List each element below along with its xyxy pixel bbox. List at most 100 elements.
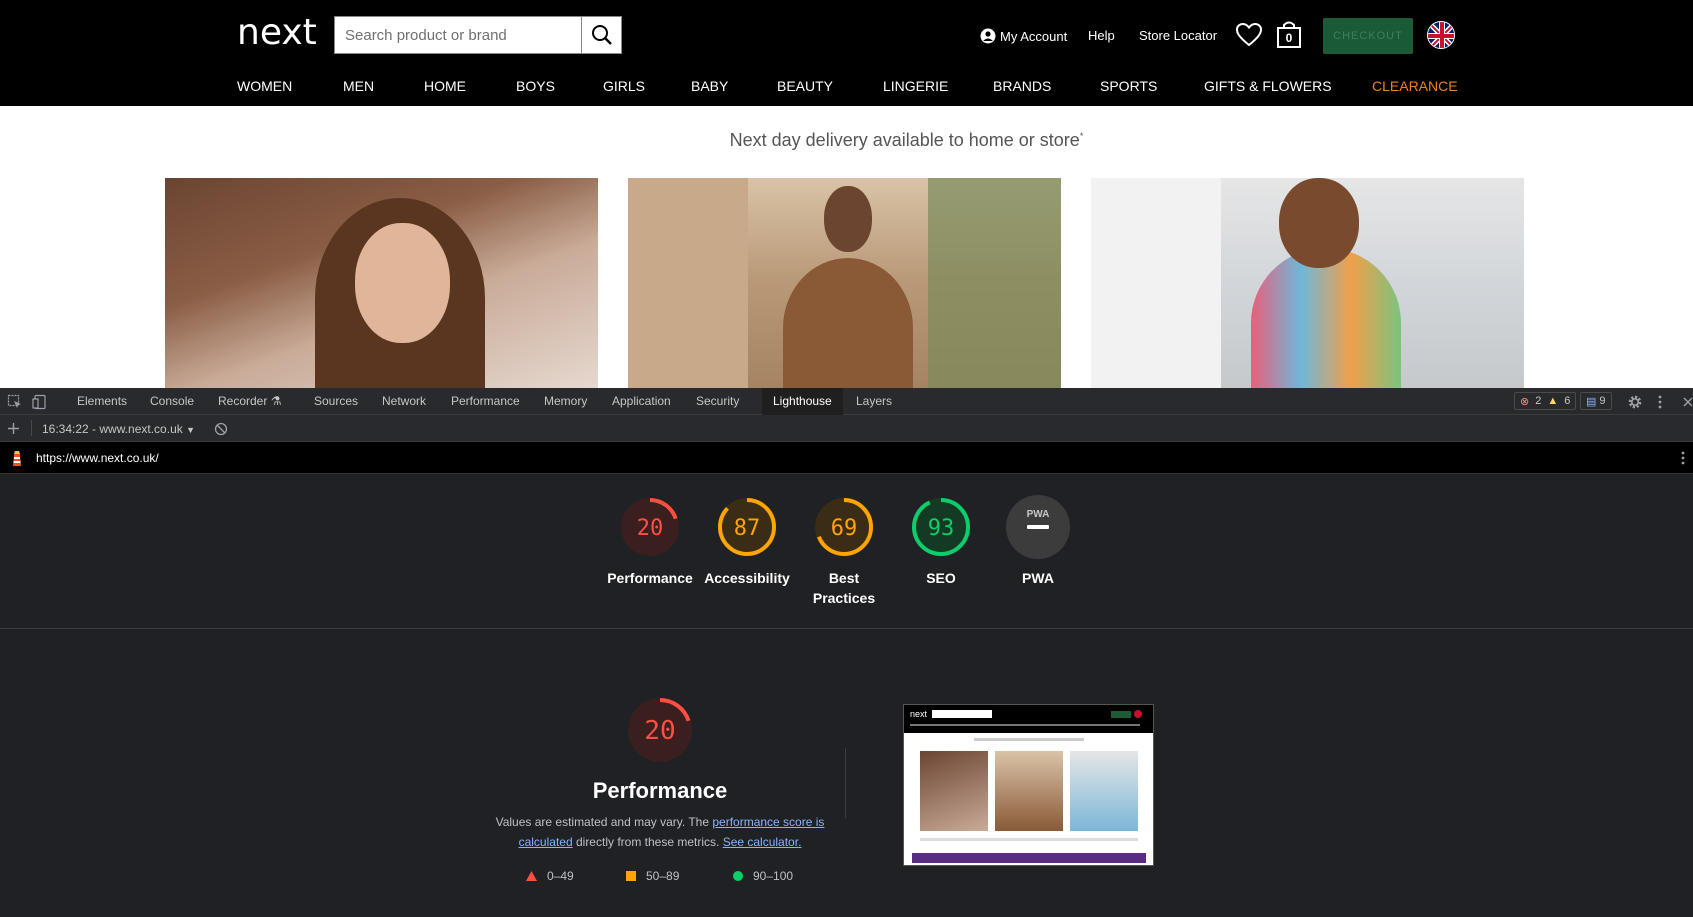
warning-count: 6: [1564, 395, 1571, 407]
report-selector-label: 16:34:22 - www.next.co.uk: [42, 422, 183, 436]
gauge-accessibility[interactable]: 87 Accessibility: [702, 494, 792, 588]
warning-icon: ▲: [1547, 395, 1559, 407]
toolbar-divider: [31, 420, 32, 436]
new-report-plus-icon[interactable]: [7, 422, 20, 435]
gauge-seo[interactable]: 93 SEO: [896, 494, 986, 588]
nav-women[interactable]: WOMEN: [237, 78, 292, 94]
performance-description: Values are estimated and may vary. The p…: [495, 812, 825, 852]
orange-square-icon: [626, 871, 636, 881]
nav-lingerie[interactable]: LINGERIE: [883, 78, 948, 94]
gauge-performance-ring: 20: [621, 498, 679, 556]
dropdown-arrow-icon: ▼: [186, 425, 196, 435]
issues-counter[interactable]: ⊗ 2 ▲ 6: [1514, 392, 1577, 410]
gauge-accessibility-ring: 87: [718, 498, 776, 556]
lighthouse-icon: [13, 451, 21, 466]
nav-girls[interactable]: GIRLS: [603, 78, 645, 94]
gauge-performance[interactable]: 20 Performance: [605, 494, 695, 588]
red-triangle-icon: [526, 871, 537, 881]
mens-promo-image[interactable]: [628, 178, 1061, 388]
legend-average: 50–89: [626, 869, 679, 883]
flask-icon: ⚗: [270, 394, 282, 408]
close-devtools-icon[interactable]: [1682, 394, 1692, 410]
uk-flag-icon[interactable]: [1427, 21, 1455, 49]
search-box: [334, 16, 622, 54]
favourites-heart-icon[interactable]: [1235, 22, 1263, 48]
devtools-tabbar: Elements Console Recorder ⚗ Sources Netw…: [0, 388, 1693, 415]
tab-layers[interactable]: Layers: [856, 394, 892, 408]
search-input[interactable]: [335, 17, 581, 53]
more-options-icon[interactable]: [1656, 394, 1664, 410]
legend-pass-range: 90–100: [753, 869, 794, 883]
nav-beauty[interactable]: BEAUTY: [777, 78, 833, 94]
gauge-accessibility-label: Accessibility: [704, 570, 790, 586]
tab-security[interactable]: Security: [696, 394, 739, 408]
kids-promo-image[interactable]: [1091, 178, 1524, 388]
tab-elements[interactable]: Elements: [77, 394, 127, 408]
tab-console[interactable]: Console: [150, 394, 194, 408]
site-header: next My Account Help Store Locator 0 CHE…: [0, 0, 1693, 106]
error-icon: ⊗: [1520, 395, 1530, 408]
message-icon: ▤: [1586, 395, 1597, 408]
my-account-link[interactable]: My Account: [980, 28, 1067, 44]
report-selector[interactable]: 16:34:22 - www.next.co.uk ▼: [42, 422, 195, 436]
next-logo[interactable]: next: [237, 12, 317, 53]
bag-count: 0: [1285, 31, 1293, 45]
help-link[interactable]: Help: [1088, 28, 1115, 43]
performance-big-gauge: 20: [628, 698, 692, 762]
tab-application[interactable]: Application: [612, 394, 671, 408]
gauge-score-value: 87: [734, 516, 761, 541]
legend-average-range: 50–89: [646, 869, 680, 883]
nav-brands[interactable]: BRANDS: [993, 78, 1051, 94]
nav-gifts-flowers[interactable]: GIFTS & FLOWERS: [1204, 78, 1332, 94]
search-button[interactable]: [581, 17, 621, 53]
gauge-pwa[interactable]: PWA PWA: [993, 494, 1083, 588]
gauge-performance-label: Performance: [607, 570, 693, 586]
gauge-score-value: 93: [928, 516, 955, 541]
delivery-banner-mark: *: [1079, 131, 1084, 141]
green-circle-icon: [733, 871, 743, 881]
gauge-score-value: 69: [831, 516, 858, 541]
shopping-bag[interactable]: 0: [1275, 20, 1303, 55]
messages-counter[interactable]: ▤ 9: [1580, 392, 1612, 410]
gauge-best-practices[interactable]: 69 Best Practices: [799, 494, 889, 608]
report-menu-icon[interactable]: [1680, 450, 1686, 466]
nav-baby[interactable]: BABY: [691, 78, 728, 94]
gauge-best-practices-ring: 69: [815, 498, 873, 556]
tab-performance[interactable]: Performance: [451, 394, 520, 408]
tab-network[interactable]: Network: [382, 394, 426, 408]
gauge-best-practices-label: Best Practices: [812, 570, 876, 606]
account-icon: [980, 28, 996, 44]
tab-lighthouse[interactable]: Lighthouse: [762, 388, 843, 415]
delivery-banner-text: Next day delivery available to home or s…: [729, 130, 1080, 150]
error-count: 2: [1535, 395, 1542, 407]
audited-url[interactable]: https://www.next.co.uk/: [36, 451, 159, 465]
delivery-banner[interactable]: Next day delivery available to home or s…: [0, 130, 1693, 151]
tab-sources[interactable]: Sources: [314, 394, 358, 408]
final-screenshot-thumbnail[interactable]: next: [903, 704, 1154, 866]
legend-fail: 0–49: [526, 869, 574, 883]
my-account-label: My Account: [1000, 28, 1068, 44]
device-toolbar-icon[interactable]: [32, 394, 48, 410]
nav-boys[interactable]: BOYS: [516, 78, 555, 94]
lighthouse-toolbar: 16:34:22 - www.next.co.uk ▼: [0, 415, 1693, 442]
nav-home[interactable]: HOME: [424, 78, 466, 94]
womens-promo-image[interactable]: [165, 178, 598, 388]
store-locator-link[interactable]: Store Locator: [1139, 28, 1217, 43]
search-icon: [591, 25, 612, 45]
thumb-logo: next: [910, 709, 928, 719]
gauge-score-value: 20: [637, 516, 664, 541]
checkout-button[interactable]: CHECKOUT: [1323, 18, 1413, 54]
message-count: 9: [1599, 395, 1606, 407]
nav-clearance[interactable]: CLEARANCE: [1372, 78, 1458, 94]
tab-recorder-label: Recorder: [218, 394, 268, 408]
tab-recorder[interactable]: Recorder ⚗: [218, 394, 281, 408]
clear-reports-icon[interactable]: [214, 422, 228, 436]
settings-gear-icon[interactable]: [1627, 394, 1643, 410]
see-calculator-link[interactable]: See calculator.: [723, 835, 802, 849]
legend-pass: 90–100: [733, 869, 793, 883]
vertical-divider: [845, 748, 846, 818]
tab-memory[interactable]: Memory: [544, 394, 587, 408]
nav-men[interactable]: MEN: [343, 78, 374, 94]
inspect-element-icon[interactable]: [7, 394, 23, 410]
nav-sports[interactable]: SPORTS: [1100, 78, 1157, 94]
